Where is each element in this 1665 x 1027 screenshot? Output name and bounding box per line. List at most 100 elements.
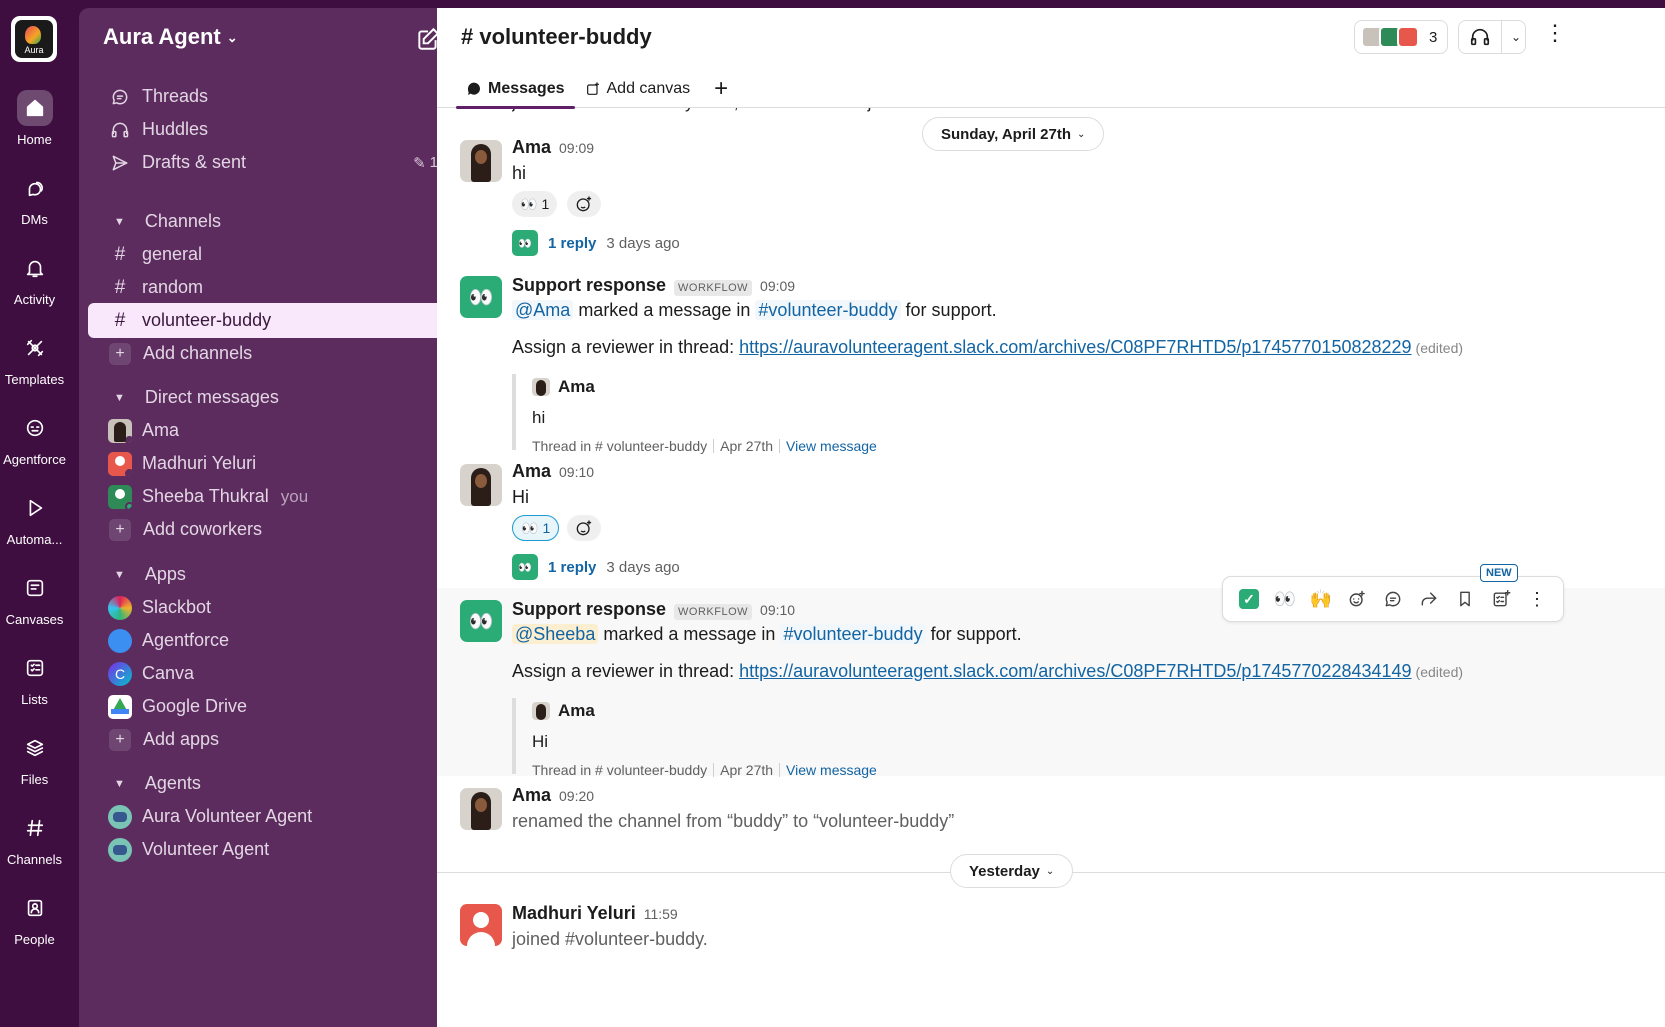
app-label: Google Drive bbox=[142, 696, 248, 716]
sidebar-item-google-drive[interactable]: Google Drive bbox=[88, 689, 452, 724]
react-raised-hands-button[interactable]: 🙌 bbox=[1303, 582, 1339, 616]
rail-lists[interactable]: Lists bbox=[0, 650, 69, 707]
sidebar-item-dm-sheeba[interactable]: Sheeba Thukral you bbox=[88, 479, 452, 514]
members-button[interactable]: 3 bbox=[1354, 20, 1448, 54]
rail-files[interactable]: Files bbox=[0, 730, 69, 787]
sidebar-item-aura-volunteer-agent[interactable]: Aura Volunteer Agent bbox=[88, 799, 452, 834]
apps-section-header[interactable]: ▼ Apps bbox=[88, 557, 452, 592]
sidebar-item-random[interactable]: # random bbox=[88, 270, 452, 305]
avatar[interactable] bbox=[460, 904, 502, 946]
message-quote[interactable]: Ama hi Thread in # volunteer-buddy Apr 27… bbox=[512, 374, 1212, 454]
add-coworkers-button[interactable]: + Add coworkers bbox=[88, 512, 452, 547]
avatar[interactable] bbox=[460, 464, 502, 506]
thread-summary[interactable]: 👀 1 reply 3 days ago bbox=[512, 230, 680, 256]
sender-name[interactable]: Madhuri Yeluri bbox=[512, 903, 636, 924]
eyes-avatar-icon[interactable]: 👀 bbox=[460, 276, 502, 318]
react-check-button[interactable]: ✓ bbox=[1231, 582, 1267, 616]
rail-home[interactable]: Home bbox=[0, 90, 69, 147]
section-label: Channels bbox=[144, 211, 221, 231]
message-item[interactable]: Ama 09:09 hi 👀 1 👀 1 reply 3 days ago bbox=[437, 134, 1665, 264]
rail-dms[interactable]: DMs bbox=[0, 170, 69, 227]
sidebar-item-dm-ama[interactable]: Ama bbox=[88, 413, 452, 448]
logo-text: Aura bbox=[24, 45, 44, 55]
channels-section-header[interactable]: ▼ Channels bbox=[88, 204, 452, 239]
rail-canvases[interactable]: Canvases bbox=[0, 570, 69, 627]
eyes-emoji-icon: 👀 bbox=[521, 519, 539, 536]
agents-section-header[interactable]: ▼ Agents bbox=[88, 766, 452, 801]
date-divider-pill[interactable]: Yesterday ⌄ bbox=[950, 854, 1074, 888]
sidebar-item-agentforce[interactable]: Agentforce bbox=[88, 623, 452, 658]
add-tab-button[interactable]: + bbox=[700, 70, 742, 108]
timestamp[interactable]: 09:10 bbox=[559, 464, 594, 480]
user-mention[interactable]: @Sheeba bbox=[512, 624, 599, 644]
reply-count[interactable]: 1 reply bbox=[548, 235, 596, 252]
reaction-pill-selected[interactable]: 👀 1 bbox=[512, 515, 560, 541]
rail-channels[interactable]: Channels bbox=[0, 810, 69, 867]
workspace-switcher[interactable]: Aura Agent ⌄ bbox=[103, 24, 238, 50]
new-badge: NEW bbox=[1480, 564, 1518, 582]
view-message-link[interactable]: View message bbox=[786, 438, 877, 454]
chevron-down-icon[interactable]: ⌄ bbox=[1511, 30, 1521, 44]
timestamp[interactable]: 09:20 bbox=[559, 788, 594, 804]
tab-add-canvas[interactable]: Add canvas bbox=[575, 70, 701, 108]
sidebar-item-dm-madhuri[interactable]: Madhuri Yeluri bbox=[88, 446, 452, 481]
more-vertical-icon[interactable]: ⋮ bbox=[1544, 22, 1566, 44]
sidebar-item-canva[interactable]: C Canva bbox=[88, 656, 452, 691]
sidebar-item-slackbot[interactable]: Slackbot bbox=[88, 590, 452, 625]
sender-name[interactable]: Ama bbox=[512, 785, 551, 806]
add-reaction-button[interactable] bbox=[567, 191, 601, 217]
sidebar-item-volunteer-agent[interactable]: Volunteer Agent bbox=[88, 832, 452, 867]
add-reaction-button[interactable] bbox=[1339, 582, 1375, 616]
reaction-pill[interactable]: 👀 1 bbox=[512, 191, 558, 217]
huddle-button[interactable]: ⌄ bbox=[1458, 20, 1526, 54]
sidebar-item-huddles[interactable]: Huddles bbox=[88, 112, 452, 147]
rail-automations[interactable]: Automa... bbox=[0, 490, 69, 547]
tab-messages[interactable]: Messages bbox=[456, 70, 575, 109]
forward-button[interactable] bbox=[1411, 582, 1447, 616]
thread-summary[interactable]: 👀 1 reply 3 days ago bbox=[512, 554, 680, 580]
sender-name[interactable]: Ama bbox=[512, 461, 551, 482]
sidebar-item-threads[interactable]: Threads bbox=[88, 79, 452, 114]
add-channels-button[interactable]: + Add channels bbox=[88, 336, 452, 371]
workspace-logo[interactable]: Aura bbox=[11, 16, 57, 62]
user-mention[interactable]: @Ama bbox=[512, 300, 574, 320]
sender-name[interactable]: Support response bbox=[512, 599, 666, 620]
timestamp[interactable]: 11:59 bbox=[644, 906, 678, 922]
reply-count[interactable]: 1 reply bbox=[548, 559, 596, 576]
rail-people[interactable]: People bbox=[0, 890, 69, 947]
sidebar-item-general[interactable]: # general bbox=[88, 237, 452, 272]
eyes-avatar-icon: 👀 bbox=[512, 230, 538, 256]
thread-link[interactable]: https://auravolunteeragent.slack.com/arc… bbox=[739, 661, 1411, 681]
timestamp[interactable]: 09:09 bbox=[760, 278, 795, 294]
channel-mention[interactable]: #volunteer-buddy bbox=[780, 624, 926, 644]
add-apps-button[interactable]: + Add apps bbox=[88, 722, 452, 757]
thread-link[interactable]: https://auravolunteeragent.slack.com/arc… bbox=[739, 337, 1411, 357]
add-to-list-button[interactable] bbox=[1483, 582, 1519, 616]
rail-activity[interactable]: Activity bbox=[0, 250, 69, 307]
eyes-avatar-icon[interactable]: 👀 bbox=[460, 600, 502, 642]
save-button[interactable] bbox=[1447, 582, 1483, 616]
dm-section-header[interactable]: ▼ Direct messages bbox=[88, 380, 452, 415]
more-actions-icon[interactable]: ⋮ bbox=[1519, 582, 1555, 616]
sender-name[interactable]: Ama bbox=[512, 137, 551, 158]
timestamp[interactable]: 09:09 bbox=[559, 140, 594, 156]
sidebar-item-volunteer-buddy[interactable]: # volunteer-buddy bbox=[88, 303, 452, 338]
avatar[interactable] bbox=[460, 788, 502, 830]
react-eyes-button[interactable]: 👀 bbox=[1267, 582, 1303, 616]
date-divider-pill[interactable]: Sunday, April 27th ⌄ bbox=[922, 117, 1105, 151]
timestamp[interactable]: 09:10 bbox=[760, 602, 795, 618]
avatar[interactable] bbox=[460, 140, 502, 182]
reply-in-thread-button[interactable] bbox=[1375, 582, 1411, 616]
sidebar-item-drafts[interactable]: Drafts & sent ✎ 1 bbox=[88, 145, 452, 180]
message-item[interactable]: Ama 09:20 renamed the channel from “buddy… bbox=[437, 778, 1665, 838]
message-item[interactable]: 👀 Support response WORKFLOW 09:09 @Ama mar… bbox=[437, 270, 1665, 454]
channel-mention[interactable]: #volunteer-buddy bbox=[755, 300, 901, 320]
sender-name[interactable]: Support response bbox=[512, 275, 666, 296]
message-item[interactable]: Madhuri Yeluri 11:59 joined #volunteer-bu… bbox=[437, 898, 1665, 968]
rail-templates[interactable]: Templates bbox=[0, 330, 69, 387]
message-quote[interactable]: Ama Hi Thread in # volunteer-buddy Apr 27… bbox=[512, 698, 1212, 778]
rail-agentforce[interactable]: Agentforce bbox=[0, 410, 69, 467]
channel-title[interactable]: # volunteer-buddy bbox=[461, 24, 652, 50]
view-message-link[interactable]: View message bbox=[786, 762, 877, 778]
add-reaction-button[interactable] bbox=[567, 515, 601, 541]
